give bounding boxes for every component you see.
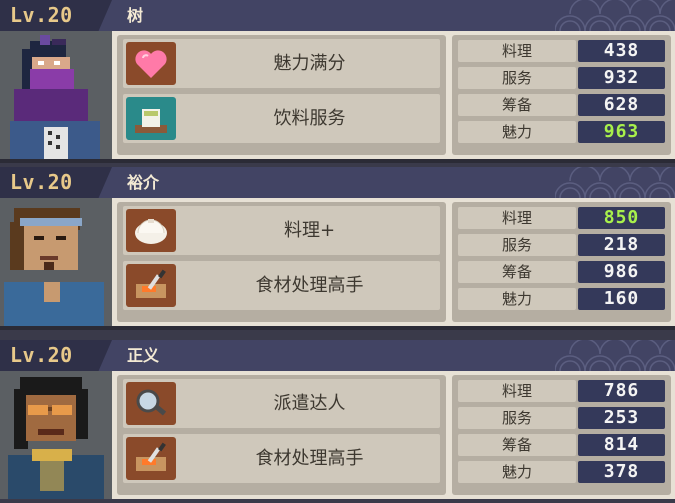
stat-row-charm: 魅力 160 xyxy=(458,287,665,311)
wave-pattern-icon xyxy=(555,167,675,198)
stat-value: 986 xyxy=(578,261,665,283)
divider xyxy=(0,159,675,163)
stat-row-charm: 魅力 378 xyxy=(458,460,665,484)
level-badge: Lv.20 xyxy=(0,0,112,31)
stat-value: 628 xyxy=(578,94,665,116)
stat-value: 814 xyxy=(578,434,665,456)
heart-icon xyxy=(126,42,176,85)
skills-panel: 派遣达人 食材处理高手 xyxy=(117,375,446,495)
skills-panel: 料理+ 食材处理高手 xyxy=(117,202,446,322)
skill-label: 料理+ xyxy=(283,220,336,241)
stat-value: 786 xyxy=(578,380,665,402)
stat-value: 160 xyxy=(578,288,665,310)
dumpling-icon xyxy=(126,209,176,252)
skill-label: 食材处理高手 xyxy=(255,448,364,469)
stat-row-cooking: 料理 850 xyxy=(458,206,665,230)
teacup-icon xyxy=(126,97,176,140)
stat-label: 料理 xyxy=(458,380,576,402)
stat-value: 253 xyxy=(578,407,665,429)
level-badge: Lv.20 xyxy=(0,340,112,371)
cutting-board-icon xyxy=(126,264,176,307)
skill-slot[interactable]: 派遣达人 xyxy=(123,379,440,428)
portrait xyxy=(0,371,112,499)
character-name: 裕介 xyxy=(127,173,160,192)
sunglasses-portrait-icon xyxy=(8,377,104,499)
stats-panel: 料理 786 服务 253 筹备 814 魅力 378 xyxy=(452,375,671,495)
stat-value: 438 xyxy=(578,40,665,62)
staff-card[interactable]: Lv.20 树 魅力满分 饮料服务 料理 438 服务 932 筹备 628 魅… xyxy=(0,0,675,163)
stat-label: 魅力 xyxy=(458,461,576,483)
stat-row-prep: 筹备 814 xyxy=(458,433,665,457)
level-badge: Lv.20 xyxy=(0,167,112,198)
divider xyxy=(0,326,675,330)
stat-label: 魅力 xyxy=(458,121,576,143)
stat-row-cooking: 料理 786 xyxy=(458,379,665,403)
stat-row-charm: 魅力 963 xyxy=(458,120,665,144)
skill-label: 魅力满分 xyxy=(273,53,346,74)
card-body: 料理+ 食材处理高手 料理 850 服务 218 筹备 986 魅力 160 xyxy=(0,198,675,326)
skill-slot[interactable]: 魅力满分 xyxy=(123,39,440,88)
stat-row-prep: 筹备 986 xyxy=(458,260,665,284)
stat-row-service: 服务 218 xyxy=(458,233,665,257)
stat-row-prep: 筹备 628 xyxy=(458,93,665,117)
headband-chef-portrait-icon xyxy=(4,208,104,326)
stat-value: 218 xyxy=(578,234,665,256)
stat-label: 服务 xyxy=(458,234,576,256)
stat-value: 850 xyxy=(578,207,665,229)
stat-label: 服务 xyxy=(458,407,576,429)
card-body: 派遣达人 食材处理高手 料理 786 服务 253 筹备 814 魅力 378 xyxy=(0,371,675,499)
card-header: Lv.20 正义 xyxy=(0,340,675,371)
ninja-portrait-icon xyxy=(10,35,100,159)
card-header: Lv.20 树 xyxy=(0,0,675,31)
skill-slot[interactable]: 饮料服务 xyxy=(123,94,440,143)
skill-label: 饮料服务 xyxy=(273,108,346,129)
skill-slot[interactable]: 食材处理高手 xyxy=(123,261,440,310)
stats-panel: 料理 438 服务 932 筹备 628 魅力 963 xyxy=(452,35,671,155)
skill-label: 派遣达人 xyxy=(273,393,346,414)
wave-pattern-icon xyxy=(555,340,675,371)
character-name: 正义 xyxy=(127,346,160,365)
skills-panel: 魅力满分 饮料服务 xyxy=(117,35,446,155)
staff-card[interactable]: Lv.20 裕介 料理+ 食材处理高手 料理 850 服务 218 筹备 986… xyxy=(0,167,675,330)
stat-label: 料理 xyxy=(458,40,576,62)
card-header: Lv.20 裕介 xyxy=(0,167,675,198)
stat-label: 筹备 xyxy=(458,94,576,116)
stats-panel: 料理 850 服务 218 筹备 986 魅力 160 xyxy=(452,202,671,322)
stat-label: 料理 xyxy=(458,207,576,229)
magnifier-icon xyxy=(126,382,176,425)
stat-row-service: 服务 253 xyxy=(458,406,665,430)
stat-label: 魅力 xyxy=(458,288,576,310)
staff-list: Lv.20 树 魅力满分 饮料服务 料理 438 服务 932 筹备 628 魅… xyxy=(0,0,675,503)
wave-pattern-icon xyxy=(555,0,675,31)
skill-label: 食材处理高手 xyxy=(255,275,364,296)
skill-slot[interactable]: 食材处理高手 xyxy=(123,434,440,483)
stat-label: 筹备 xyxy=(458,434,576,456)
stat-label: 服务 xyxy=(458,67,576,89)
stat-row-service: 服务 932 xyxy=(458,66,665,90)
character-name: 树 xyxy=(127,6,144,25)
stat-row-cooking: 料理 438 xyxy=(458,39,665,63)
portrait xyxy=(0,31,112,159)
stat-value: 932 xyxy=(578,67,665,89)
stat-value: 963 xyxy=(578,121,665,143)
skill-slot[interactable]: 料理+ xyxy=(123,206,440,255)
staff-card[interactable]: Lv.20 正义 派遣达人 食材处理高手 料理 786 服务 253 筹备 81… xyxy=(0,340,675,503)
stat-value: 378 xyxy=(578,461,665,483)
portrait xyxy=(0,198,112,326)
stat-label: 筹备 xyxy=(458,261,576,283)
card-body: 魅力满分 饮料服务 料理 438 服务 932 筹备 628 魅力 963 xyxy=(0,31,675,159)
cutting-board-icon xyxy=(126,437,176,480)
